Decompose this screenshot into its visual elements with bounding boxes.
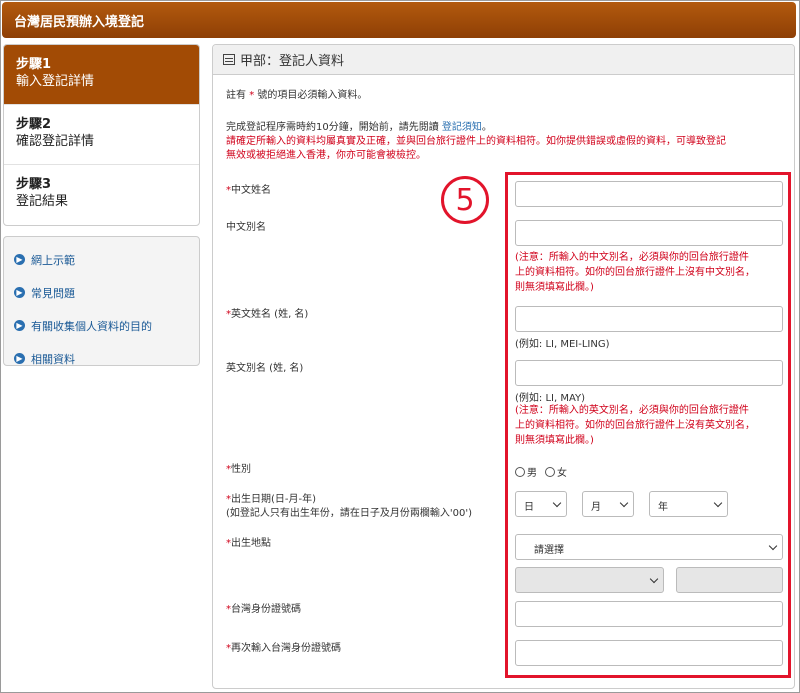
link-online-demo[interactable]: ▶ 網上示範: [14, 243, 189, 276]
link-privacy-purpose[interactable]: ▶ 有關收集個人資料的目的: [14, 309, 189, 342]
step-number: 步驟3: [16, 177, 52, 192]
label-chinese-alias: 中文別名: [226, 222, 266, 233]
intro-text: 完成登記程序需時約10分鐘，開始前，請先閱讀 登記須知。: [226, 122, 492, 133]
label-taiwan-id-confirm: *再次輸入台灣身份證號碼: [226, 643, 341, 654]
help-links: ▶ 網上示範 ▶ 常見問題 ▶ 有關收集個人資料的目的 ▶ 相關資料: [3, 236, 200, 366]
label-chinese-name: *中文姓名: [226, 185, 271, 196]
panel-header: 甲部：登記人資料: [213, 45, 794, 75]
sidebar: 步驟1 輸入登記詳情 步驟2 確認登記詳情 步驟3 登記結果 ▶ 網上示範 ▶ 常見…: [3, 44, 200, 366]
header-bar: 台灣居民預辦入境登記: [2, 2, 796, 38]
highlight-box: [505, 172, 791, 678]
panel-title: 甲部：登記人資料: [240, 54, 345, 69]
label-english-alias: 英文別名 (姓, 名): [226, 363, 304, 374]
label-birthplace: *出生地點: [226, 538, 271, 549]
step-number: 步驟1: [16, 57, 52, 72]
page-title: 台灣居民預辦入境登記: [14, 15, 145, 30]
step-number-annotation: 5: [441, 176, 489, 224]
required-note: 註有 * 號的項目必須輸入資料。: [226, 90, 368, 101]
arrow-right-icon: ▶: [14, 353, 25, 364]
form-icon: [223, 54, 235, 65]
arrow-right-icon: ▶: [14, 254, 25, 265]
step-label: 登記結果: [16, 194, 69, 209]
step-list: 步驟1 輸入登記詳情 步驟2 確認登記詳情 步驟3 登記結果: [3, 44, 200, 226]
step-2: 步驟2 確認登記詳情: [4, 105, 199, 165]
registration-notes-link[interactable]: 登記須知: [442, 122, 482, 133]
step-label: 確認登記詳情: [16, 134, 95, 149]
warning-line-2: 無效或被拒絕進入香港，你亦可能會被檢控。: [226, 150, 426, 161]
link-related-info[interactable]: ▶ 相關資料: [14, 342, 189, 375]
step-1: 步驟1 輸入登記詳情: [4, 45, 199, 105]
step-3: 步驟3 登記結果: [4, 165, 199, 225]
label-taiwan-id: *台灣身份證號碼: [226, 604, 301, 615]
arrow-right-icon: ▶: [14, 287, 25, 298]
step-label: 輸入登記詳情: [16, 74, 95, 89]
arrow-right-icon: ▶: [14, 320, 25, 331]
dob-note: (如登記人只有出生年份，請在日子及月份兩欄輸入'00'): [226, 508, 473, 519]
step-number: 步驟2: [16, 117, 52, 132]
label-gender: *性別: [226, 464, 251, 475]
warning-line-1: 請確定所輸入的資料均屬真實及正確，並與回台旅行證件上的資料相符。如你提供錯誤或虛…: [226, 136, 726, 147]
link-faq[interactable]: ▶ 常見問題: [14, 276, 189, 309]
label-dob: *出生日期(日-月-年): [226, 494, 317, 505]
label-english-name: *英文姓名 (姓, 名): [226, 309, 309, 320]
